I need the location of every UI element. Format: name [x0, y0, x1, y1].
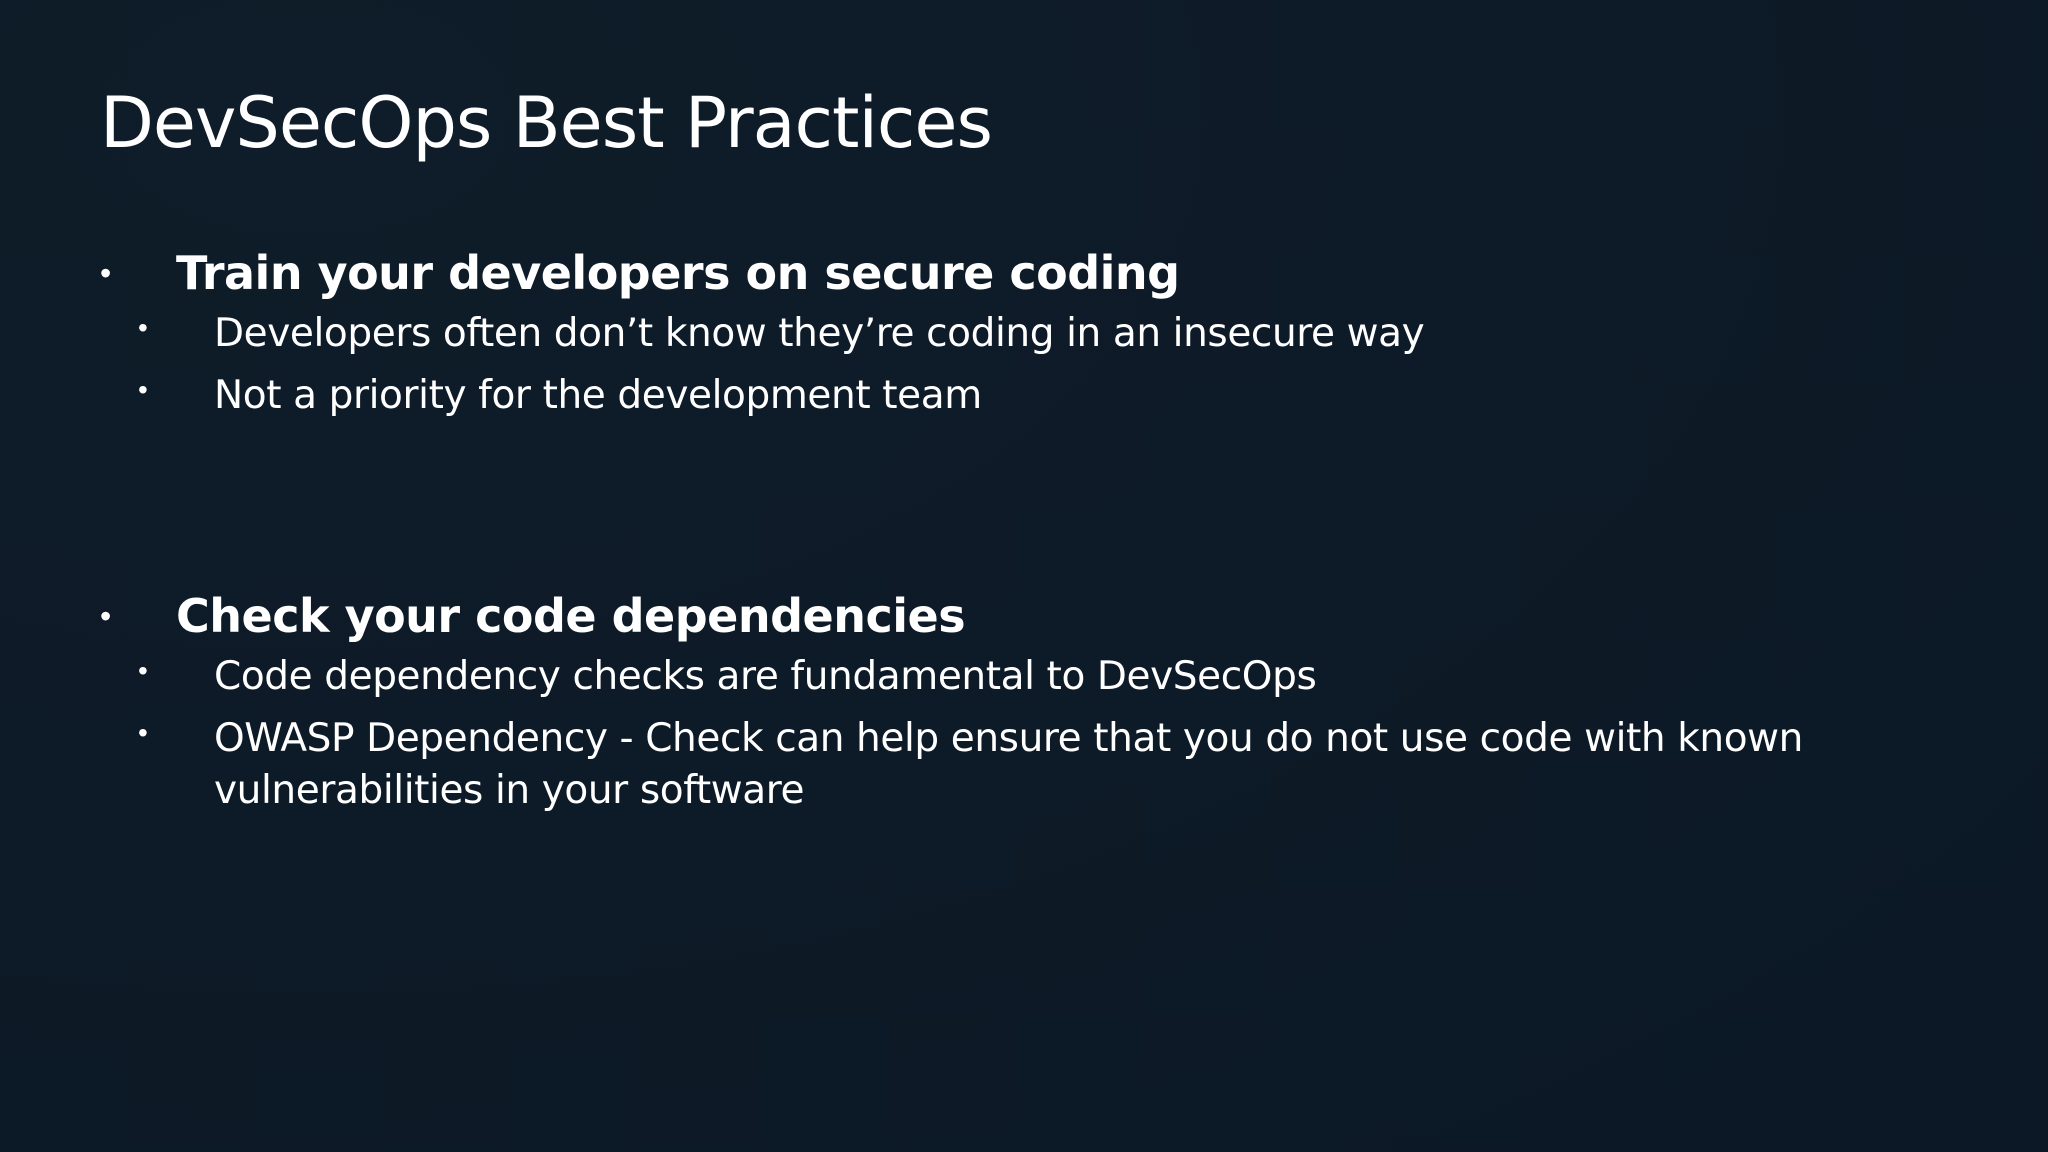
sub-bullet-list: • Code dependency checks are fundamental…: [138, 645, 1896, 813]
sub-bullet-item: • Developers often don’t know they’re co…: [138, 302, 1896, 356]
bullet-heading-text: Train your developers on secure coding: [176, 246, 1180, 300]
sub-bullet-list: • Developers often don’t know they’re co…: [138, 302, 1896, 418]
bullet-section-dependencies: • Check your code dependencies • Code de…: [96, 587, 1896, 813]
bullet-dot-icon: •: [138, 717, 148, 748]
bullet-dot-icon: •: [138, 655, 148, 686]
sub-bullet-item: • OWASP Dependency - Check can help ensu…: [138, 707, 1896, 813]
sub-bullet-text: Not a priority for the development team: [214, 373, 982, 418]
bullet-dot-icon: •: [138, 312, 148, 343]
bullet-heading-text: Check your code dependencies: [176, 589, 966, 643]
sub-bullet-text: Developers often don’t know they’re codi…: [214, 311, 1425, 356]
bullet-heading: • Check your code dependencies: [96, 587, 1896, 645]
bullet-dot-icon: •: [100, 598, 112, 634]
slide: DevSecOps Best Practices • Train your de…: [0, 0, 2048, 1152]
bullet-heading: • Train your developers on secure coding: [96, 244, 1896, 302]
bullet-dot-icon: •: [100, 255, 112, 291]
sub-bullet-text: Code dependency checks are fundamental t…: [214, 654, 1317, 699]
sub-bullet-item: • Not a priority for the development tea…: [138, 364, 1896, 418]
slide-title: DevSecOps Best Practices: [100, 82, 993, 164]
bullet-dot-icon: •: [138, 374, 148, 405]
bullet-section-training: • Train your developers on secure coding…: [96, 244, 1896, 418]
sub-bullet-text: OWASP Dependency - Check can help ensure…: [214, 716, 1803, 813]
sub-bullet-item: • Code dependency checks are fundamental…: [138, 645, 1896, 699]
